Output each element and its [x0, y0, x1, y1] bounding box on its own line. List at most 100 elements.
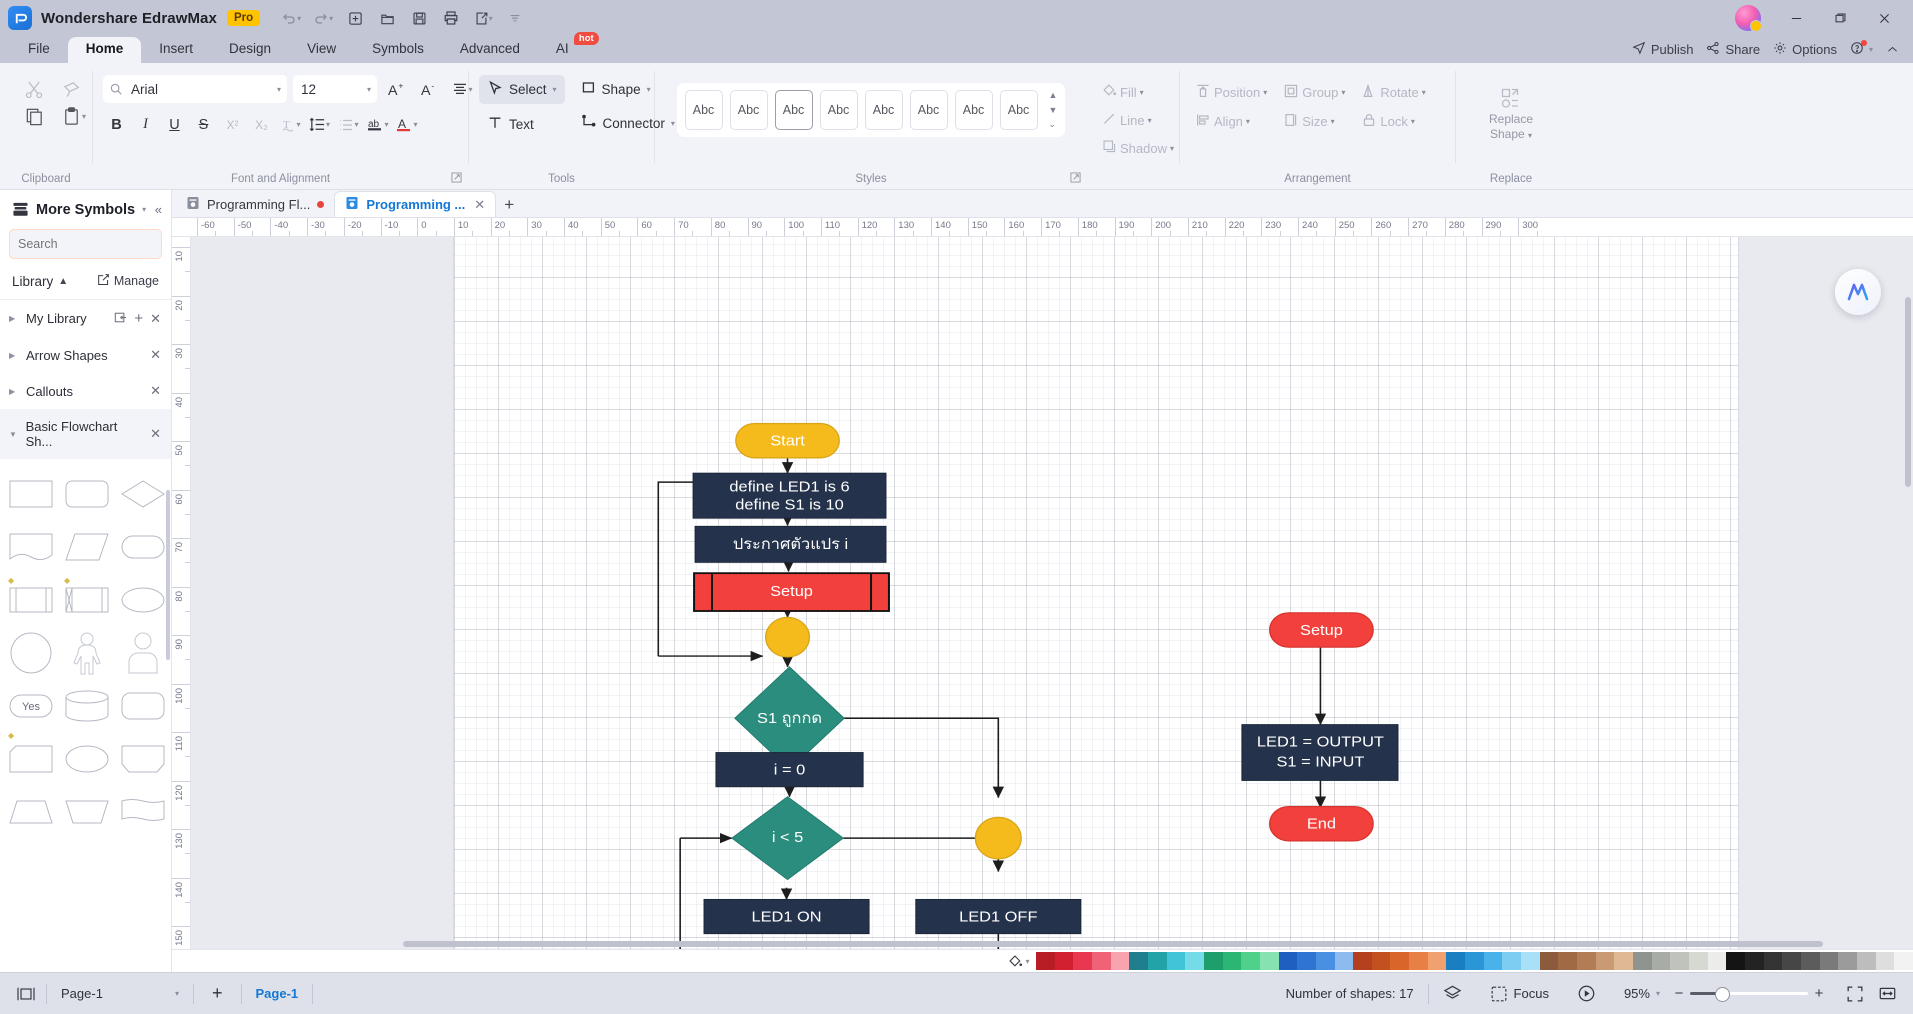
help-button[interactable]: ▾ — [1850, 40, 1873, 58]
palette-swatch[interactable] — [1259, 952, 1279, 970]
search-input[interactable] — [10, 237, 161, 251]
menu-tab-symbols[interactable]: Symbols — [354, 37, 442, 63]
superscript-button[interactable]: X² — [219, 111, 246, 138]
publish-button[interactable]: Publish — [1632, 41, 1693, 58]
shape-loop-limit[interactable] — [118, 734, 168, 784]
text-tool-button[interactable]: Text — [479, 110, 565, 139]
palette-swatch[interactable] — [1483, 952, 1503, 970]
subscript-button[interactable]: X₂ — [248, 111, 275, 138]
palette-swatch[interactable] — [1651, 952, 1671, 970]
italic-button[interactable]: I — [132, 111, 159, 138]
paste-icon[interactable]: ▾ — [61, 106, 86, 127]
node-end[interactable]: End — [1269, 805, 1374, 842]
manage-button[interactable]: Manage — [97, 273, 159, 289]
user-avatar[interactable] — [1735, 5, 1762, 32]
menu-tab-design[interactable]: Design — [211, 37, 289, 63]
node-declare[interactable]: ประกาศตัวแปร i — [694, 525, 887, 563]
node-start[interactable]: Start — [735, 422, 840, 459]
sidebar-item-callouts[interactable]: ▶ Callouts ✕ — [0, 373, 171, 409]
palette-swatch[interactable] — [1091, 952, 1111, 970]
close-button[interactable] — [1863, 1, 1905, 35]
fill-color-button[interactable]: ▾ — [1002, 954, 1036, 969]
style-swatch[interactable]: Abc — [864, 90, 903, 130]
undo-icon[interactable]: ▾ — [276, 5, 306, 31]
node-define[interactable]: define LED1 is 6 define S1 is 10 — [692, 472, 887, 519]
font-dialog-launcher[interactable] — [451, 172, 462, 186]
ai-assistant-button[interactable] — [1835, 269, 1881, 315]
menu-tab-file[interactable]: File — [10, 37, 68, 63]
palette-swatch[interactable] — [1147, 952, 1167, 970]
style-swatch[interactable]: Abc — [729, 90, 768, 130]
palette-swatch[interactable] — [1334, 952, 1354, 970]
redo-icon[interactable]: ▾ — [308, 5, 338, 31]
collapse-ribbon-button[interactable] — [1886, 43, 1899, 56]
style-swatch[interactable]: Abc — [774, 90, 813, 130]
shadow-button[interactable]: Shadow ▾ — [1097, 135, 1179, 161]
menu-tab-view[interactable]: View — [289, 37, 354, 63]
palette-swatch[interactable] — [1409, 952, 1428, 970]
sidebar-item-my-library[interactable]: ▶ My Library + ✕ — [0, 300, 171, 337]
shape-rectangle[interactable] — [6, 469, 56, 519]
underline-button[interactable]: U — [161, 111, 188, 138]
menu-tab-ai[interactable]: AI hot — [538, 32, 599, 63]
shape-document[interactable] — [6, 522, 56, 572]
shape-card[interactable]: ◆ — [6, 731, 56, 784]
new-icon[interactable] — [340, 5, 370, 31]
palette-swatch[interactable] — [1073, 952, 1092, 970]
page-tab-page-1[interactable]: Page-1 — [242, 973, 313, 1014]
horizontal-ruler[interactable]: -60 -50 -40 -30 -20 -10 0 10 20 30 40 50 60 70 80 90 100… — [172, 218, 1913, 237]
palette-swatch[interactable] — [1782, 952, 1801, 970]
symbols-panel-scrollbar[interactable] — [166, 490, 170, 660]
palette-swatch[interactable] — [1446, 952, 1466, 970]
palette-swatch[interactable] — [1875, 952, 1895, 970]
palette-swatch[interactable] — [1595, 952, 1615, 970]
shape-cylinder[interactable] — [62, 681, 112, 731]
palette-swatch[interactable] — [1558, 952, 1578, 970]
palette-swatch[interactable] — [1465, 952, 1484, 970]
shape-rounded-box[interactable] — [118, 681, 168, 731]
font-color-button[interactable]: A ▾ — [393, 111, 420, 138]
highlight-color-button[interactable]: ab ▾ — [364, 111, 391, 138]
shape-trapezoid[interactable] — [6, 787, 56, 837]
shape-diamond[interactable] — [118, 469, 168, 519]
close-icon[interactable]: ✕ — [150, 347, 161, 363]
palette-swatch[interactable] — [1129, 952, 1148, 970]
save-icon[interactable] — [404, 5, 434, 31]
focus-mode-button[interactable]: Focus — [1476, 973, 1563, 1014]
select-tool-button[interactable]: Select ▾ — [479, 75, 565, 104]
styles-dialog-launcher[interactable] — [1070, 172, 1081, 186]
minimize-button[interactable] — [1775, 1, 1817, 35]
node-i-zero[interactable]: i = 0 — [715, 752, 864, 788]
add-page-button[interactable]: + — [194, 973, 241, 1014]
palette-swatch[interactable] — [1278, 952, 1298, 970]
style-swatch[interactable]: Abc — [819, 90, 858, 130]
node-merge-connector[interactable] — [974, 816, 1022, 860]
palette-swatch[interactable] — [1110, 952, 1130, 970]
palette-swatch[interactable] — [1707, 952, 1727, 970]
fill-button[interactable]: Fill ▾ — [1097, 79, 1179, 105]
cut-icon[interactable] — [24, 79, 45, 100]
strikethrough-button[interactable]: S — [190, 111, 217, 138]
sidebar-item-arrow-shapes[interactable]: ▶ Arrow Shapes ✕ — [0, 337, 171, 373]
palette-swatch[interactable] — [1297, 952, 1316, 970]
page-panel-toggle[interactable] — [0, 973, 46, 1014]
style-swatch[interactable]: Abc — [999, 90, 1038, 130]
line-button[interactable]: Line ▾ — [1097, 107, 1179, 133]
document-tab-active[interactable]: Programming ... ✕ — [334, 191, 497, 217]
position-button[interactable]: Position ▾ — [1190, 79, 1272, 106]
shape-ellipse[interactable] — [118, 575, 168, 625]
zoom-in-button[interactable]: + — [1808, 985, 1830, 1002]
zoom-out-button[interactable]: − — [1668, 985, 1690, 1002]
group-button[interactable]: Group ▾ — [1278, 79, 1350, 106]
zoom-track[interactable] — [1690, 987, 1808, 1002]
new-document-tab-button[interactable]: + — [496, 192, 522, 217]
node-led1-off[interactable]: LED1 OFF — [915, 898, 1082, 935]
text-effects-button[interactable]: T ▾ — [277, 111, 304, 138]
bullet-list-button[interactable]: ▾ — [335, 111, 362, 138]
zoom-handle[interactable] — [1715, 987, 1730, 1002]
chevron-down-icon[interactable]: ▾ — [142, 205, 146, 214]
vertical-ruler[interactable]: 102030405060708090100110120130140150160 — [172, 237, 191, 949]
shape-decision-yes[interactable]: Yes — [6, 681, 56, 731]
lock-button[interactable]: Lock ▾ — [1356, 108, 1430, 135]
style-swatch[interactable]: Abc — [684, 90, 723, 130]
